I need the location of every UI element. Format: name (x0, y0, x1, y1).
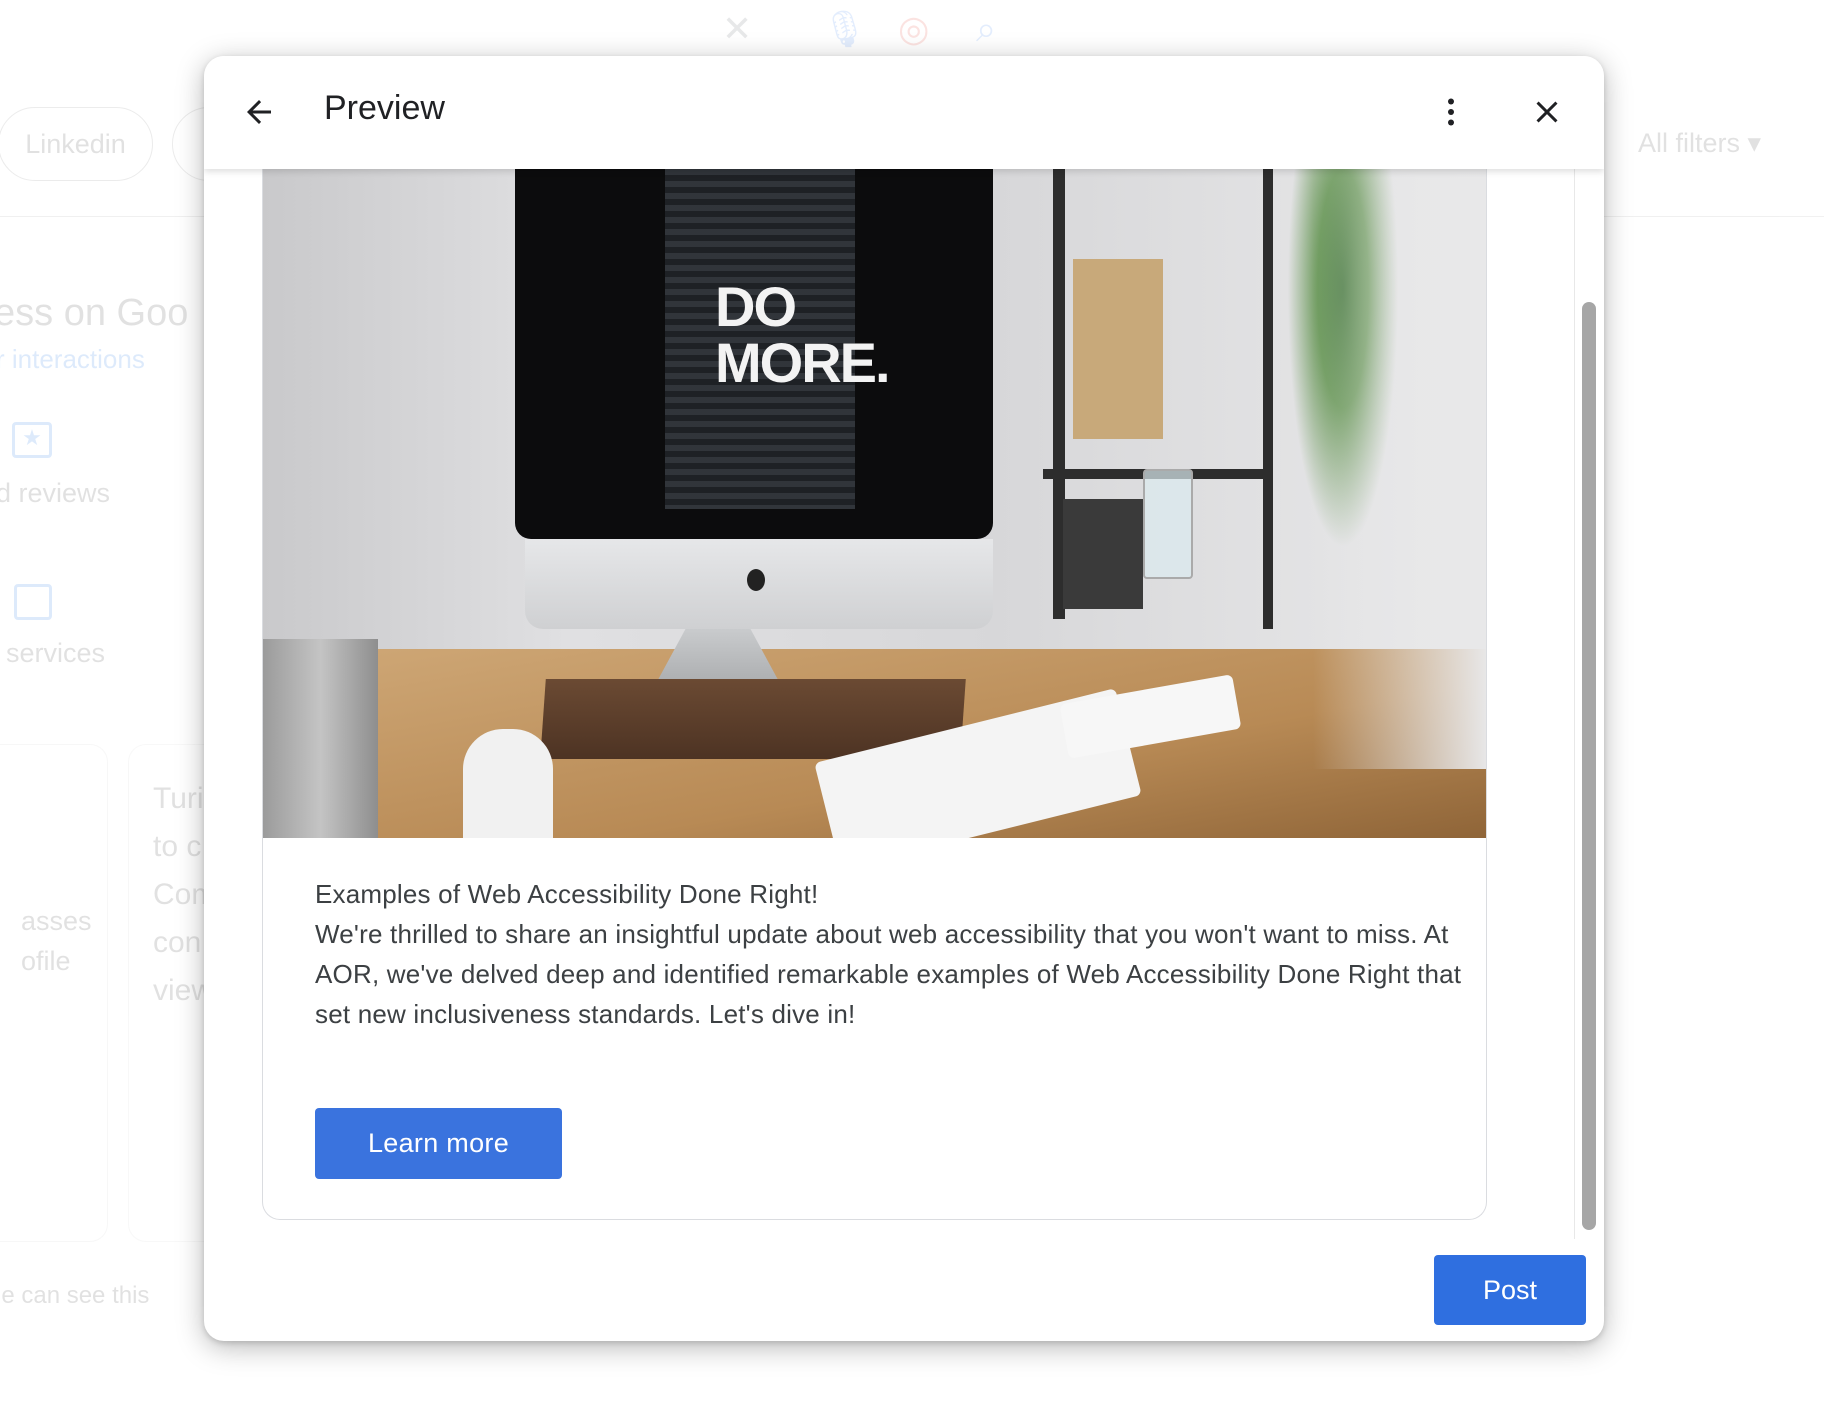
chip-linkedin[interactable]: Linkedin (0, 107, 153, 181)
bg-reviews: d reviews (0, 478, 111, 508)
learn-more-button[interactable]: Learn more (315, 1108, 562, 1179)
more-options-button[interactable] (1423, 84, 1479, 140)
bg-link[interactable]: r interactions (0, 344, 145, 375)
post-body: We're thrilled to share an insightful up… (315, 919, 1462, 1029)
lens-icon: ◎ (898, 8, 930, 49)
monitor-screen: DO MORE. (515, 169, 993, 539)
arrow-back-icon (247, 100, 271, 124)
back-button[interactable] (231, 84, 287, 140)
pen-holder (263, 639, 378, 838)
dialog-header: Preview (204, 56, 1604, 169)
scrollbar-thumb[interactable] (1582, 302, 1596, 1230)
services-icon (14, 584, 52, 620)
more-vert-icon (1448, 98, 1454, 126)
mic-icon: 🎙 (822, 8, 868, 49)
search-icon: ⌕ (976, 8, 997, 49)
clear-icon: ✕ (722, 8, 753, 49)
card1-text: asses ofile (21, 906, 92, 976)
post-title: Examples of Web Accessibility Done Right… (315, 879, 819, 909)
post-preview-card: DO MORE. Examples of Web Accessibility D… (262, 156, 1487, 1220)
reviews-icon: ★ (12, 422, 52, 458)
close-icon (1536, 101, 1558, 123)
bg-footer: le can see this (0, 1282, 150, 1309)
post-text: Examples of Web Accessibility Done Right… (315, 874, 1465, 1034)
all-filters[interactable]: All filters ▾ (1638, 128, 1761, 159)
monitor-chin (525, 539, 993, 629)
bg-heading: ess on Goo (0, 292, 189, 334)
scroll-track (1574, 169, 1575, 1239)
bg-card-1: asses ofile (0, 744, 108, 1242)
post-image: DO MORE. (263, 169, 1486, 838)
preview-dialog: Preview DO MORE. Examples of Web Accessi… (204, 56, 1604, 1341)
post-button[interactable]: Post (1434, 1255, 1586, 1325)
close-button[interactable] (1519, 84, 1575, 140)
dialog-title: Preview (324, 89, 445, 127)
image-text: DO MORE. (715, 275, 891, 394)
bg-services: services (6, 638, 106, 668)
